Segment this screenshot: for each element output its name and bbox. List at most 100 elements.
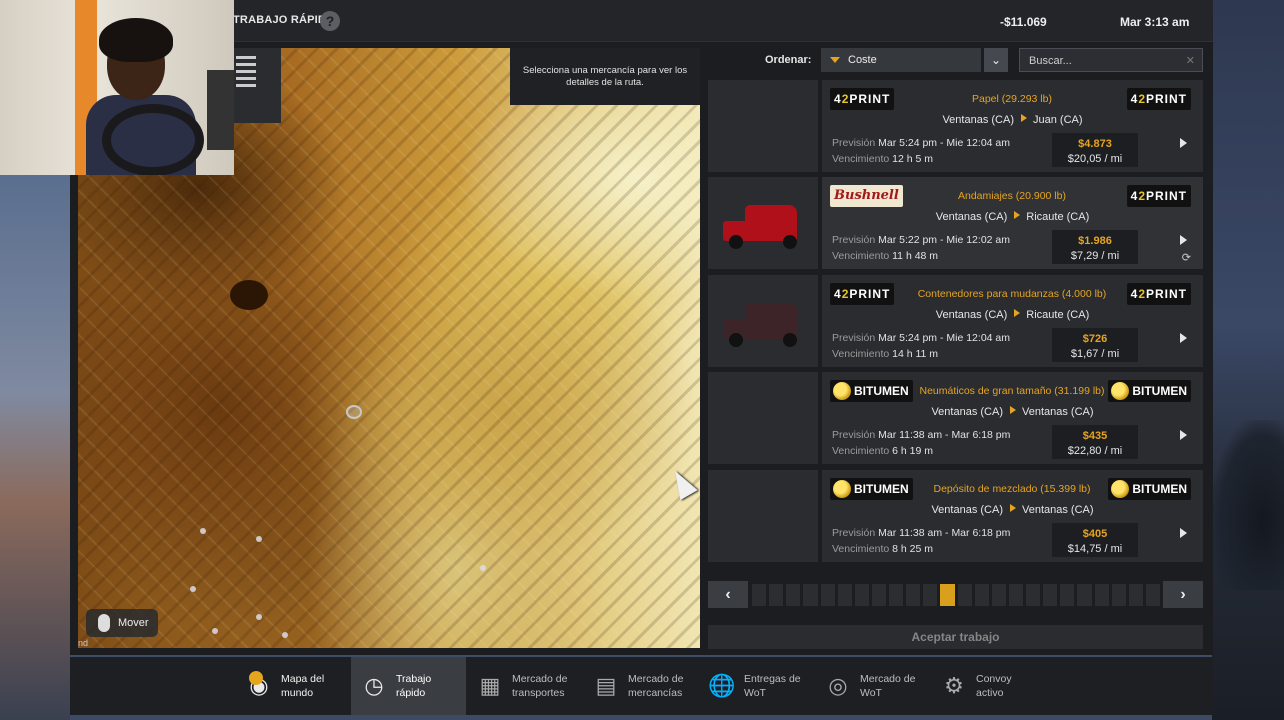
truck-thumbnail xyxy=(708,275,818,367)
refresh-icon[interactable]: ⟳ xyxy=(1182,251,1191,264)
cargo-name: Neumáticos de gran tamaño (31.199 lb) xyxy=(919,385,1105,397)
sort-label: Ordenar: xyxy=(765,54,812,66)
nav-item[interactable]: 🌐 Entregas de WoT xyxy=(699,657,814,715)
webcam-person-hair xyxy=(99,18,173,62)
nav-label: Mapa del mundo xyxy=(281,673,325,699)
job-details: BITUMEN Neumáticos de gran tamaño (31.19… xyxy=(822,372,1203,464)
question-icon[interactable]: ? xyxy=(320,11,340,31)
page-cell[interactable] xyxy=(1145,584,1160,606)
search-input[interactable]: Buscar... ✕ xyxy=(1019,48,1203,72)
layers-icon[interactable] xyxy=(236,56,256,88)
vencimiento: Vencimiento 14 h 11 m xyxy=(832,348,939,360)
play-icon[interactable] xyxy=(1180,430,1187,440)
map-dot xyxy=(480,565,486,571)
page-cell[interactable] xyxy=(854,584,869,606)
nav-item[interactable]: ◎ Mercado de WoT xyxy=(815,657,930,715)
job-row[interactable]: 42PRINT Contenedores para mudanzas (4.00… xyxy=(708,275,1203,367)
page-cell[interactable] xyxy=(1111,584,1126,606)
page-cell[interactable] xyxy=(1060,584,1075,606)
company-logo-bushnell: Bushnell xyxy=(830,185,903,207)
page-cell[interactable] xyxy=(1094,584,1109,606)
background-scenery-right xyxy=(1212,0,1284,720)
price-box: $405 $14,75 / mi xyxy=(1052,523,1138,557)
prevision: Previsión Mar 5:22 pm - Mie 12:02 am xyxy=(832,234,1010,246)
terrain-spot xyxy=(230,280,268,310)
company-logo-bitumen: BITUMEN xyxy=(1108,478,1191,500)
freight-market-icon: ▦ xyxy=(479,673,501,698)
chevron-right-icon[interactable]: › xyxy=(1163,581,1203,608)
map-dot xyxy=(256,536,262,542)
page-cell[interactable] xyxy=(752,584,767,606)
close-icon[interactable]: ✕ xyxy=(1186,54,1195,67)
convoy-icon: ⚙ xyxy=(944,673,964,698)
wot-globe-icon: 🌐 xyxy=(708,673,736,698)
mouse-icon xyxy=(98,614,110,632)
page-cell[interactable] xyxy=(1008,584,1023,606)
page-cell[interactable] xyxy=(974,584,989,606)
company-logo-bitumen: BITUMEN xyxy=(830,380,913,402)
nav-item[interactable]: ⚙ Convoy activo xyxy=(931,657,1046,715)
chevron-left-icon[interactable]: ‹ xyxy=(708,581,748,608)
nav-label: Trabajo rápido xyxy=(396,673,432,699)
truck-thumbnail xyxy=(708,372,818,464)
vencimiento: Vencimiento 11 h 48 m xyxy=(832,250,939,262)
page-cell[interactable] xyxy=(906,584,921,606)
game-clock: Mar 3:13 am xyxy=(1120,15,1190,29)
nav-item[interactable]: ◉ Mapa del mundo xyxy=(236,657,351,715)
page-cell[interactable] xyxy=(769,584,784,606)
nav-item[interactable]: ◷ Trabajo rápido xyxy=(351,657,466,715)
route: Ventanas (CA) Juan (CA) xyxy=(942,114,1083,126)
job-row[interactable]: 42PRINT Papel (29.293 lb) 42PRINT Ventan… xyxy=(708,80,1203,172)
job-rate: $20,05 / mi xyxy=(1067,153,1123,165)
page-cell[interactable] xyxy=(889,584,904,606)
page-cell[interactable] xyxy=(820,584,835,606)
webcam-monitor xyxy=(207,70,234,150)
map-dot xyxy=(200,528,206,534)
job-row[interactable]: BITUMEN Depósito de mezclado (15.399 lb)… xyxy=(708,470,1203,562)
page-cell[interactable] xyxy=(803,584,818,606)
play-icon[interactable] xyxy=(1180,333,1187,343)
nav-item[interactable]: ▤ Mercado de mercancías xyxy=(583,657,698,715)
job-row[interactable]: BITUMEN Neumáticos de gran tamaño (31.19… xyxy=(708,372,1203,464)
page-cell[interactable] xyxy=(871,584,886,606)
page-cell[interactable] xyxy=(1077,584,1092,606)
chevron-down-icon[interactable]: ⌄ xyxy=(984,48,1008,72)
truck-thumbnail xyxy=(708,177,818,269)
map-tools[interactable] xyxy=(233,48,281,123)
play-icon[interactable] xyxy=(1180,138,1187,148)
job-price: $4.873 xyxy=(1078,138,1112,150)
page-cell[interactable] xyxy=(837,584,852,606)
vencimiento: Vencimiento 12 h 5 m xyxy=(832,153,933,165)
play-icon[interactable] xyxy=(1180,528,1187,538)
truck-thumbnail xyxy=(708,80,818,172)
job-row[interactable]: Bushnell Andamiajes (20.900 lb) 42PRINT … xyxy=(708,177,1203,269)
job-details: 42PRINT Papel (29.293 lb) 42PRINT Ventan… xyxy=(822,80,1203,172)
price-box: $4.873 $20,05 / mi xyxy=(1052,133,1138,167)
page-cell[interactable] xyxy=(1043,584,1058,606)
route: Ventanas (CA) Ventanas (CA) xyxy=(931,504,1094,516)
job-rate: $14,75 / mi xyxy=(1067,543,1123,555)
job-price: $1.986 xyxy=(1078,235,1112,247)
page-cell[interactable] xyxy=(786,584,801,606)
route: Ventanas (CA) Ventanas (CA) xyxy=(931,406,1094,418)
cargo-name: Contenedores para mudanzas (4.000 lb) xyxy=(917,288,1107,300)
city-marker[interactable] xyxy=(346,405,362,419)
page-cell[interactable] xyxy=(1026,584,1041,606)
price-box: $1.986 $7,29 / mi xyxy=(1052,230,1138,264)
world-map-icon: ◉ xyxy=(249,671,269,698)
page-cell[interactable] xyxy=(957,584,972,606)
page-cell[interactable] xyxy=(923,584,938,606)
page-cell[interactable] xyxy=(940,584,955,606)
move-label: Mover xyxy=(118,617,149,629)
page-cell[interactable] xyxy=(991,584,1006,606)
page-cell[interactable] xyxy=(1128,584,1143,606)
cargo-name: Depósito de mezclado (15.399 lb) xyxy=(933,483,1091,495)
sort-direction-icon xyxy=(830,57,840,63)
play-icon[interactable] xyxy=(1180,235,1187,245)
job-rate: $7,29 / mi xyxy=(1070,250,1120,262)
nav-item[interactable]: ▦ Mercado de transportes xyxy=(467,657,582,715)
company-logo-42print: 42PRINT xyxy=(830,88,895,110)
accept-job-button[interactable]: Aceptar trabajo xyxy=(708,625,1203,649)
job-rate: $22,80 / mi xyxy=(1067,445,1123,457)
sort-select[interactable]: Coste xyxy=(821,48,981,72)
